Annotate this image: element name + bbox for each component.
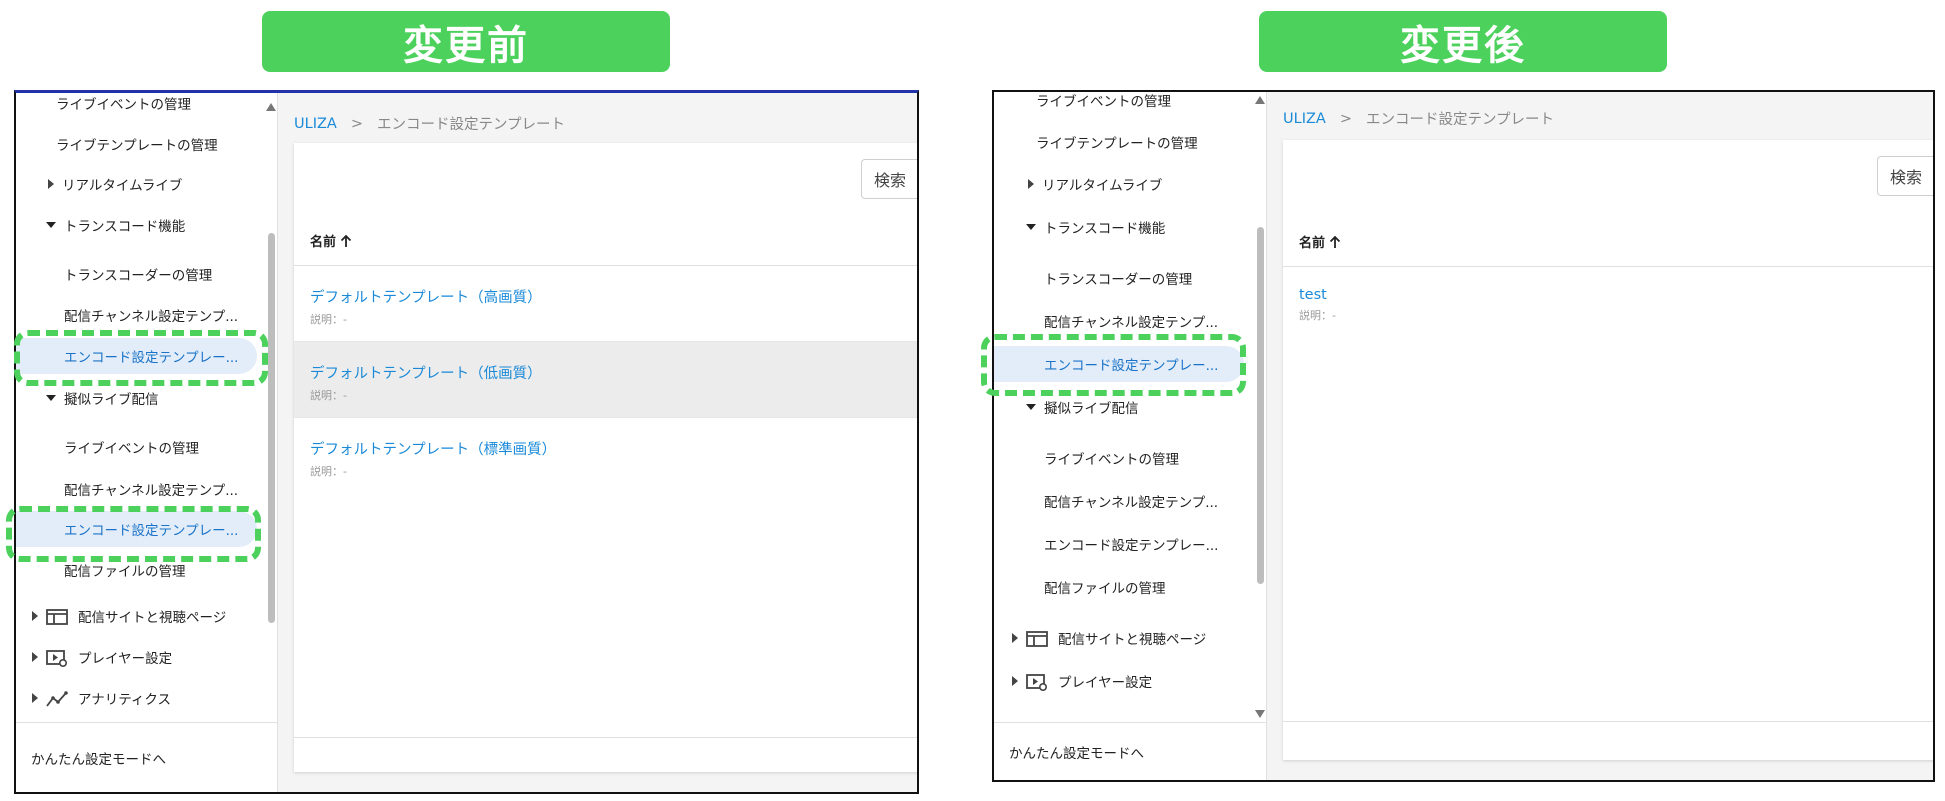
after-banner: 変更後 bbox=[1259, 11, 1667, 72]
sidebar-item-realtime-live[interactable]: リアルタイムライブ bbox=[16, 166, 263, 202]
arrow-up-icon bbox=[340, 234, 352, 247]
after-sidebar: ライブイベントの管理 ライブテンプレートの管理 リアルタイムライブ トランスコー… bbox=[994, 92, 1267, 780]
sidebar-item-analytics[interactable]: アナリティクス bbox=[16, 680, 263, 716]
template-list-card: 検索 名前 test 説明：- bbox=[1283, 140, 1933, 760]
breadcrumb-current: エンコード設定テンプレート bbox=[1365, 112, 1555, 128]
sidebar-item-delivery-files[interactable]: 配信ファイルの管理 bbox=[994, 569, 1252, 605]
column-header-name[interactable]: 名前 bbox=[1299, 232, 1341, 251]
sidebar-scrollbar[interactable] bbox=[268, 233, 275, 623]
before-screenshot: ライブイベントの管理 ライブテンプレートの管理 リアルタイムライブ トランスコー… bbox=[14, 90, 919, 794]
triangle-right-icon bbox=[32, 611, 38, 621]
sidebar-item-transcoders[interactable]: トランスコーダーの管理 bbox=[16, 256, 263, 292]
sidebar-item-delivery-files[interactable]: 配信ファイルの管理 bbox=[16, 552, 263, 588]
sidebar-item-pseudo-live[interactable]: 擬似ライブ配信 bbox=[994, 389, 1252, 425]
sidebar-item-pseudo-channel-templates[interactable]: 配信チャンネル設定テンプ... bbox=[16, 471, 263, 507]
sidebar-item-pseudo-live[interactable]: 擬似ライブ配信 bbox=[16, 380, 263, 416]
breadcrumb: ULIZA > エンコード設定テンプレート bbox=[294, 113, 565, 134]
card-footer-divider bbox=[1283, 721, 1933, 722]
video-settings-icon bbox=[46, 649, 68, 668]
sidebar-item-channel-templates[interactable]: 配信チャンネル設定テンプ... bbox=[16, 297, 263, 333]
sidebar-item-channel-templates[interactable]: 配信チャンネル設定テンプ... bbox=[994, 303, 1252, 339]
triangle-right-icon bbox=[32, 693, 38, 703]
search-button[interactable]: 検索 bbox=[1877, 156, 1933, 196]
sidebar-item-sites[interactable]: 配信サイトと視聴ページ bbox=[16, 598, 263, 634]
table-row[interactable]: デフォルトテンプレート（高画質） 説明：- bbox=[294, 266, 917, 342]
scroll-up-arrow[interactable] bbox=[266, 103, 276, 111]
sidebar-item-pseudo-live-events[interactable]: ライブイベントの管理 bbox=[16, 429, 263, 465]
sidebar-item-player[interactable]: プレイヤー設定 bbox=[994, 663, 1252, 699]
video-settings-icon bbox=[1026, 673, 1048, 692]
layout-icon bbox=[1026, 630, 1048, 647]
sidebar-scrollbar[interactable] bbox=[1257, 227, 1264, 584]
breadcrumb-separator: > bbox=[350, 115, 363, 132]
sidebar-item-realtime-live[interactable]: リアルタイムライブ bbox=[994, 166, 1252, 202]
card-footer-divider bbox=[294, 737, 917, 738]
sidebar-item-pseudo-channel-templates[interactable]: 配信チャンネル設定テンプ... bbox=[994, 483, 1252, 519]
sidebar-item-transcode[interactable]: トランスコード機能 bbox=[994, 209, 1252, 245]
layout-icon bbox=[46, 608, 68, 625]
triangle-down-icon bbox=[1026, 404, 1036, 410]
simple-mode-link[interactable]: かんたん設定モードへ bbox=[16, 722, 277, 792]
sidebar-item-player[interactable]: プレイヤー設定 bbox=[16, 639, 263, 675]
after-screenshot: ライブイベントの管理 ライブテンプレートの管理 リアルタイムライブ トランスコー… bbox=[992, 90, 1935, 782]
sidebar-item-sites[interactable]: 配信サイトと視聴ページ bbox=[994, 620, 1252, 656]
triangle-down-icon bbox=[46, 395, 56, 401]
sidebar-item-pseudo-encode-templates-active[interactable]: エンコード設定テンプレー... bbox=[16, 511, 257, 547]
before-banner: 変更前 bbox=[262, 11, 670, 72]
sidebar-item-live-templates[interactable]: ライブテンプレートの管理 bbox=[994, 124, 1252, 160]
breadcrumb-current: エンコード設定テンプレート bbox=[376, 117, 566, 133]
triangle-right-icon bbox=[1012, 676, 1018, 686]
sidebar-item-encode-templates-active[interactable]: エンコード設定テンプレー... bbox=[16, 338, 257, 374]
table-row[interactable]: デフォルトテンプレート（低画質） 説明：- bbox=[294, 342, 917, 418]
sidebar-item-encode-templates-active[interactable]: エンコード設定テンプレー... bbox=[994, 346, 1244, 382]
breadcrumb-root[interactable]: ULIZA bbox=[1283, 111, 1326, 127]
triangle-right-icon bbox=[48, 179, 54, 189]
table-row[interactable]: test 説明：- bbox=[1283, 267, 1933, 343]
scroll-down-arrow[interactable] bbox=[1255, 710, 1265, 718]
triangle-down-icon bbox=[46, 222, 56, 228]
sidebar-item-pseudo-encode-templates[interactable]: エンコード設定テンプレー... bbox=[994, 526, 1252, 562]
sidebar-item-live-templates[interactable]: ライブテンプレートの管理 bbox=[16, 126, 263, 162]
scroll-up-arrow[interactable] bbox=[1255, 96, 1265, 104]
template-list-card: 検索 名前 デフォルトテンプレート（高画質） 説明：- デフォルトテンプレート（… bbox=[294, 143, 917, 772]
sidebar-item-transcode[interactable]: トランスコード機能 bbox=[16, 207, 263, 243]
after-main: ULIZA > エンコード設定テンプレート 検索 名前 test 説明：- bbox=[1267, 92, 1933, 780]
before-sidebar: ライブイベントの管理 ライブテンプレートの管理 リアルタイムライブ トランスコー… bbox=[16, 93, 278, 792]
triangle-right-icon bbox=[1012, 633, 1018, 643]
sidebar-item-live-events[interactable]: ライブイベントの管理 bbox=[994, 92, 1252, 118]
breadcrumb: ULIZA > エンコード設定テンプレート bbox=[1283, 108, 1554, 129]
chart-line-icon bbox=[46, 690, 68, 707]
sidebar-item-live-events[interactable]: ライブイベントの管理 bbox=[16, 93, 263, 121]
table-row[interactable]: デフォルトテンプレート（標準画質） 説明：- bbox=[294, 418, 917, 494]
column-header-name[interactable]: 名前 bbox=[310, 231, 352, 250]
triangle-down-icon bbox=[1026, 224, 1036, 230]
sidebar-item-transcoders[interactable]: トランスコーダーの管理 bbox=[994, 260, 1252, 296]
sidebar-item-pseudo-live-events[interactable]: ライブイベントの管理 bbox=[994, 440, 1252, 476]
arrow-up-icon bbox=[1329, 235, 1341, 248]
search-button[interactable]: 検索 bbox=[861, 159, 917, 199]
before-main: ULIZA > エンコード設定テンプレート 検索 名前 デフォルトテンプレート（… bbox=[278, 93, 917, 792]
triangle-right-icon bbox=[1028, 179, 1034, 189]
simple-mode-link[interactable]: かんたん設定モードへ bbox=[994, 722, 1266, 780]
triangle-right-icon bbox=[32, 652, 38, 662]
breadcrumb-separator: > bbox=[1339, 110, 1352, 127]
breadcrumb-root[interactable]: ULIZA bbox=[294, 116, 337, 132]
